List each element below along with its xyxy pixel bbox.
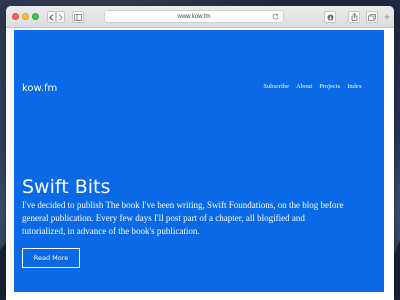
browser-toolbar: www.kow.fm [6,6,394,28]
sidebar-icon [74,13,82,21]
minimize-window-button[interactable] [22,13,29,20]
plus-icon [384,14,390,20]
forward-button[interactable] [56,11,65,23]
site-title[interactable]: kow.fm [22,83,57,94]
downloads-button[interactable] [324,11,336,23]
back-button[interactable] [47,11,56,23]
nav-link-index[interactable]: Index [347,83,362,90]
share-icon [351,13,357,21]
chevron-left-icon [49,13,54,21]
post-excerpt: I've decided to publish The book I've be… [22,200,344,236]
close-window-button[interactable] [12,13,19,20]
sidebar-button[interactable] [72,11,84,23]
address-bar[interactable]: www.kow.fm [104,10,284,23]
zoom-window-button[interactable] [32,13,39,20]
chevron-right-icon [58,13,63,21]
browser-window: www.kow.fm kow.fm Subscribe About Projec… [6,6,394,300]
post-title: Swift Bits [22,176,111,198]
nav-link-about[interactable]: About [296,83,312,90]
web-page: kow.fm Subscribe About Projects Index Sw… [14,30,384,292]
tabs-icon [368,13,376,21]
nav-link-projects[interactable]: Projects [319,83,340,90]
tabs-button[interactable] [366,11,378,23]
download-icon [327,14,333,20]
share-button[interactable] [348,11,360,23]
nav-link-subscribe[interactable]: Subscribe [263,83,289,90]
new-tab-button[interactable] [382,11,392,23]
reload-icon[interactable] [272,13,279,20]
read-more-button[interactable]: Read More [22,248,80,268]
address-url: www.kow.fm [177,13,211,20]
site-nav: Subscribe About Projects Index [263,83,362,90]
